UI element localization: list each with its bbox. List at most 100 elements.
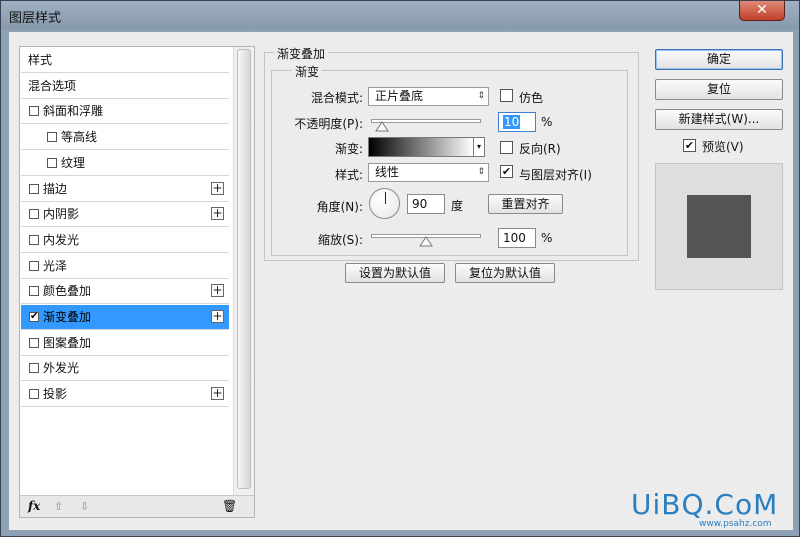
add-effect-icon[interactable]: + (211, 387, 224, 401)
style-checkbox[interactable] (29, 183, 39, 194)
style-list-scrollbar[interactable] (233, 47, 254, 495)
style-list-item[interactable]: 光泽 (21, 253, 229, 279)
style-checkbox[interactable] (29, 106, 39, 117)
ok-button[interactable]: 确定 (655, 49, 783, 70)
style-checkbox[interactable] (29, 286, 39, 297)
reset-button[interactable]: 复位 (655, 79, 783, 100)
gradient-group-title: 渐变 (292, 63, 323, 80)
style-checkbox[interactable]: ✔ (29, 312, 39, 322)
add-effect-icon[interactable]: + (211, 207, 224, 221)
angle-needle (385, 192, 386, 204)
style-list-item-label: 内发光 (43, 232, 80, 247)
style-checkbox[interactable] (47, 132, 57, 143)
scale-input[interactable]: 100 (498, 228, 536, 248)
style-checkbox[interactable] (29, 363, 39, 374)
preview-checkbox[interactable]: ✔ (683, 139, 696, 152)
style-list-item[interactable]: 颜色叠加 + (21, 279, 229, 305)
check-icon: ✔ (684, 139, 695, 152)
title-bar[interactable]: 图层样式 ✕ (1, 1, 799, 29)
blend-mode-label: 混合模式: (310, 91, 363, 105)
dialog-body: 样式 混合选项 斜面和浮雕 等高线 纹理 描边 + 内阴影 + 内发光 光泽 颜色叠加 + ✔ 渐变叠加 + 图… (9, 32, 793, 530)
style-list-item-label: 颜色叠加 (43, 284, 92, 299)
style-list-item[interactable]: 等高线 (21, 125, 229, 151)
style-list-item[interactable]: 描边 + (21, 176, 229, 202)
align-with-layer-label: 与图层对齐(I) (519, 168, 592, 182)
align-with-layer-checkbox[interactable]: ✔ (500, 165, 513, 178)
style-list-panel: 样式 混合选项 斜面和浮雕 等高线 纹理 描边 + 内阴影 + 内发光 光泽 颜色叠加 + ✔ 渐变叠加 + 图… (19, 46, 255, 518)
angle-label: 角度(N): (316, 200, 363, 214)
make-default-button[interactable]: 设置为默认值 (345, 263, 445, 283)
gradient-style-select[interactable]: 线性 ⇕ (368, 163, 489, 182)
style-checkbox[interactable] (29, 389, 39, 400)
move-down-icon[interactable]: ⇩ (80, 500, 89, 513)
add-effect-icon[interactable]: + (211, 181, 224, 195)
watermark-logo: UiBQ.CoM (631, 488, 779, 521)
preview-swatch (687, 195, 751, 258)
style-list-item[interactable]: 混合选项 (21, 73, 229, 99)
style-list-item[interactable]: 内发光 (21, 227, 229, 253)
window-title: 图层样式 (9, 11, 62, 26)
blend-mode-value: 正片叠底 (375, 89, 424, 103)
gradient-label: 渐变: (334, 142, 363, 156)
gradient-picker[interactable] (368, 137, 474, 157)
select-arrows-icon: ⇕ (477, 91, 485, 101)
style-list-item[interactable]: 内阴影 + (21, 202, 229, 228)
style-list-item[interactable]: ✔ 渐变叠加 + (21, 305, 229, 330)
style-list-item-label: 外发光 (43, 361, 80, 376)
close-button[interactable]: ✕ (739, 1, 785, 21)
angle-input[interactable]: 90 (407, 194, 445, 214)
scale-slider-thumb[interactable] (419, 236, 433, 247)
style-checkbox[interactable] (47, 157, 57, 168)
watermark-url: www.psahz.com (699, 519, 772, 529)
style-checkbox[interactable] (29, 209, 39, 220)
reset-alignment-button[interactable]: 重置对齐 (488, 194, 563, 214)
check-icon: ✔ (501, 165, 512, 178)
add-effect-icon[interactable]: + (211, 284, 224, 298)
style-list-item-label: 投影 (43, 387, 68, 402)
reset-to-default-button[interactable]: 复位为默认值 (455, 263, 555, 283)
style-list-item-label: 纹理 (61, 155, 86, 170)
style-checkbox[interactable] (29, 337, 39, 348)
style-checkbox[interactable] (29, 260, 39, 271)
opacity-value: 10 (503, 115, 521, 129)
degree-label: 度 (451, 199, 464, 213)
preview-label: 预览(V) (702, 140, 744, 154)
dither-checkbox[interactable] (500, 89, 513, 102)
style-list-item-label: 内阴影 (43, 207, 80, 222)
move-up-icon[interactable]: ⇧ (54, 500, 63, 513)
style-list-item[interactable]: 投影 + (21, 382, 229, 408)
reverse-checkbox[interactable] (500, 141, 513, 154)
style-checkbox[interactable] (29, 234, 39, 245)
gradient-style-value: 线性 (375, 165, 400, 179)
style-list-item-label: 光泽 (43, 258, 68, 273)
style-list-item[interactable]: 样式 (21, 48, 229, 73)
opacity-label: 不透明度(P): (294, 117, 363, 131)
style-list-item[interactable]: 纹理 (21, 150, 229, 176)
dither-label: 仿色 (519, 91, 544, 105)
style-list-item-label: 等高线 (61, 130, 98, 145)
opacity-input[interactable]: 10 (498, 112, 536, 132)
style-list-item-label: 图案叠加 (43, 335, 92, 350)
style-list-item[interactable]: 外发光 (21, 356, 229, 382)
opacity-slider-thumb[interactable] (375, 121, 389, 132)
style-list-item-label: 混合选项 (28, 78, 77, 93)
fx-menu-button[interactable]: fx (28, 499, 40, 513)
reverse-label: 反向(R) (519, 142, 561, 156)
opacity-percent: % (541, 115, 553, 129)
angle-dial[interactable] (369, 188, 400, 219)
style-list-item[interactable]: 图案叠加 (21, 330, 229, 356)
scrollbar-thumb[interactable] (237, 49, 251, 489)
scale-label: 缩放(S): (317, 233, 363, 247)
add-effect-icon[interactable]: + (211, 310, 224, 323)
style-list: 样式 混合选项 斜面和浮雕 等高线 纹理 描边 + 内阴影 + 内发光 光泽 颜色叠加 + ✔ 渐变叠加 + 图… (20, 47, 230, 495)
new-style-button[interactable]: 新建样式(W)... (655, 109, 783, 130)
scale-value: 100 (503, 231, 526, 245)
style-list-item-label: 样式 (28, 53, 53, 67)
layer-style-dialog: 图层样式 ✕ 样式混合选项斜面和浮雕等高线纹理描边 + 内阴影 + 内发光光泽颜色叠加 +… (0, 0, 800, 537)
style-list-item-label: 斜面和浮雕 (43, 104, 104, 119)
style-list-item[interactable]: 斜面和浮雕 (21, 99, 229, 125)
blend-mode-select[interactable]: 正片叠底 ⇕ (368, 87, 489, 106)
trash-icon[interactable]: 🗑 (222, 499, 237, 513)
angle-value: 90 (412, 197, 428, 211)
gradient-dropdown-icon[interactable]: ▾ (473, 137, 485, 157)
